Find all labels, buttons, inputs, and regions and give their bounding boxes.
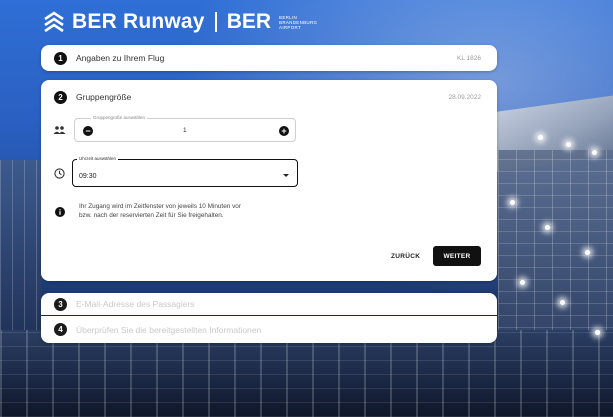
terminal-facade-right bbox=[498, 150, 613, 340]
time-select-legend: Uhrzeit auswählen bbox=[77, 156, 119, 162]
step-title: E-Mail-Adresse des Passagiers bbox=[76, 299, 195, 309]
next-button[interactable]: WEITER bbox=[433, 246, 481, 266]
brand-name: BER Runway bbox=[72, 10, 205, 33]
step-number: 3 bbox=[54, 297, 67, 311]
group-size-value: 1 bbox=[183, 127, 187, 134]
step-title: Überprüfen Sie die bereitgestellten Info… bbox=[76, 324, 262, 335]
step-number: 2 bbox=[54, 90, 67, 104]
time-select-value: 09:30 bbox=[79, 173, 97, 180]
increase-button[interactable]: + bbox=[279, 126, 289, 136]
group-size-legend: Gruppengröße auswählen bbox=[91, 115, 148, 121]
time-select[interactable]: Uhrzeit auswählen 09:30 bbox=[72, 156, 298, 187]
ber-logo-text: BER bbox=[226, 10, 272, 33]
step-review-card: 4 Überprüfen Sie die bereitgestellten In… bbox=[41, 316, 497, 343]
terminal-facade-left bbox=[0, 160, 42, 350]
info-text: Ihr Zugang wird im Zeitfenster von jewei… bbox=[79, 203, 241, 219]
info-icon bbox=[55, 207, 65, 217]
header-divider bbox=[214, 12, 217, 32]
group-size-field: Gruppengröße auswählen − 1 + bbox=[74, 115, 296, 142]
decrease-button[interactable]: − bbox=[83, 126, 93, 136]
ber-logo-subtitle: BERLIN BRANDENBURG AIRPORT bbox=[279, 14, 318, 30]
chevron-stack-icon bbox=[44, 11, 64, 33]
step-number: 4 bbox=[54, 323, 67, 336]
step-group-card: 2 Gruppengröße 28.09.2022 Gruppengröße a… bbox=[41, 80, 497, 281]
step-flight-card[interactable]: 1 Angaben zu Ihrem Flug KL 1826 bbox=[41, 45, 497, 71]
header: BER Runway BER BERLIN BRANDENBURG AIRPOR… bbox=[42, 8, 317, 36]
chevron-down-icon bbox=[283, 174, 289, 177]
clock-icon bbox=[54, 168, 65, 179]
terminal-glass-front bbox=[0, 330, 613, 417]
flight-date: 28.09.2022 bbox=[448, 93, 481, 101]
step-title: Angaben zu Ihrem Flug bbox=[76, 53, 165, 63]
back-button[interactable]: ZURÜCK bbox=[391, 253, 420, 260]
flight-number: KL 1826 bbox=[457, 54, 481, 62]
step-title: Gruppengröße bbox=[76, 92, 132, 102]
step-email-card: 3 E-Mail-Adresse des Passagiers bbox=[41, 293, 497, 315]
people-icon bbox=[53, 126, 66, 134]
step-number: 1 bbox=[54, 51, 67, 65]
